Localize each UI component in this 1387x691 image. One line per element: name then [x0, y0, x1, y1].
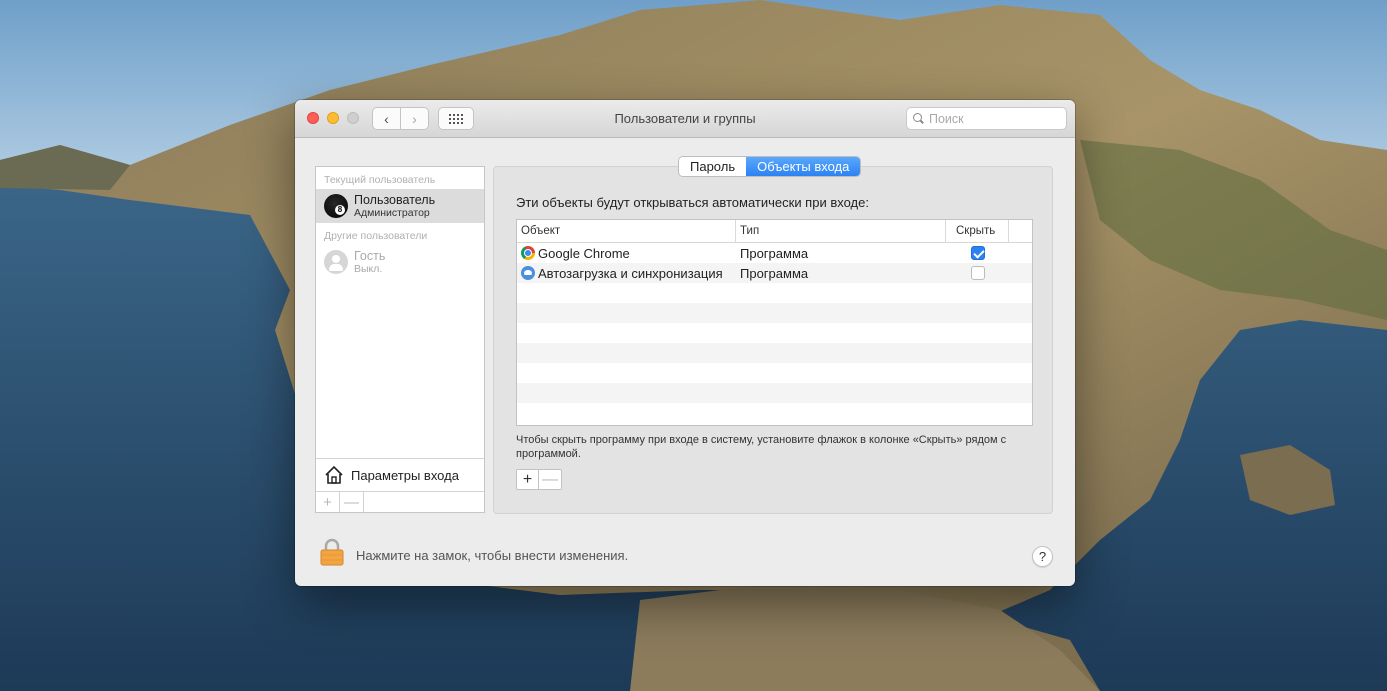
- other-users-section-label: Другие пользователи: [324, 230, 428, 242]
- login-options-item[interactable]: Параметры входа: [316, 458, 484, 491]
- tab-bar: Пароль Объекты входа: [678, 156, 862, 177]
- user-name: Пользователь: [354, 193, 436, 207]
- item-type: Программа: [740, 265, 809, 281]
- hide-checkbox[interactable]: [970, 246, 985, 260]
- search-placeholder: Поиск: [929, 111, 964, 126]
- login-items-toolbar: + —: [516, 469, 562, 490]
- guest-status: Выкл.: [354, 263, 383, 275]
- table-row[interactable]: Автозагрузка и синхронизация Программа: [517, 263, 1032, 283]
- login-items-table[interactable]: Объект Тип Скрыть Google Chrome Программ…: [516, 219, 1033, 426]
- add-login-item-button[interactable]: +: [517, 470, 539, 489]
- chrome-icon: [521, 246, 535, 260]
- users-groups-window: ‹ › Пользователи и группы Поиск Текущий …: [295, 100, 1075, 586]
- users-sidebar: Текущий пользователь Пользователь Админи…: [315, 166, 485, 513]
- tab-password[interactable]: Пароль: [679, 157, 747, 176]
- hide-checkbox[interactable]: [970, 266, 985, 280]
- house-icon: [325, 465, 343, 484]
- search-input[interactable]: Поиск: [906, 107, 1067, 130]
- empty-row: [517, 283, 1032, 303]
- item-name: Google Chrome: [538, 245, 630, 261]
- login-items-caption: Эти объекты будут открываться автоматиче…: [516, 195, 869, 210]
- column-header-hide[interactable]: Скрыть: [946, 220, 1009, 242]
- column-header-item[interactable]: Объект: [517, 220, 736, 242]
- backup-sync-icon: [521, 266, 535, 280]
- empty-row: [517, 303, 1032, 323]
- lock-icon[interactable]: [320, 538, 344, 566]
- item-name: Автозагрузка и синхронизация: [538, 265, 723, 281]
- sidebar-item-current-user[interactable]: Пользователь Администратор: [316, 189, 484, 223]
- empty-row: [517, 343, 1032, 363]
- search-icon: [913, 113, 924, 124]
- avatar: [324, 194, 348, 218]
- empty-row: [517, 323, 1032, 343]
- help-button[interactable]: ?: [1032, 546, 1053, 567]
- hide-hint-text: Чтобы скрыть программу при входе в систе…: [516, 434, 1007, 460]
- lock-hint-text: Нажмите на замок, чтобы внести изменения…: [356, 548, 629, 563]
- item-type: Программа: [740, 245, 809, 261]
- empty-row: [517, 363, 1032, 383]
- title-bar: ‹ › Пользователи и группы Поиск: [295, 100, 1075, 138]
- remove-login-item-button[interactable]: —: [539, 470, 561, 489]
- column-header-type[interactable]: Тип: [736, 220, 946, 242]
- remove-user-button[interactable]: —: [340, 492, 364, 512]
- table-header: Объект Тип Скрыть: [517, 220, 1032, 243]
- empty-row: [517, 383, 1032, 403]
- current-user-section-label: Текущий пользователь: [324, 174, 436, 186]
- login-options-label: Параметры входа: [351, 467, 459, 483]
- guest-avatar: [324, 250, 348, 274]
- tab-login-items[interactable]: Объекты входа: [746, 157, 861, 176]
- sidebar-toolbar: + —: [316, 491, 484, 512]
- add-user-button[interactable]: +: [316, 492, 340, 512]
- guest-name: Гость: [354, 249, 386, 263]
- user-role: Администратор: [354, 207, 430, 219]
- empty-row: [517, 403, 1032, 423]
- table-row[interactable]: Google Chrome Программа: [517, 243, 1032, 263]
- table-body: Google Chrome Программа Автозагрузка и с…: [517, 243, 1032, 423]
- sidebar-item-guest[interactable]: Гость Выкл.: [316, 245, 484, 279]
